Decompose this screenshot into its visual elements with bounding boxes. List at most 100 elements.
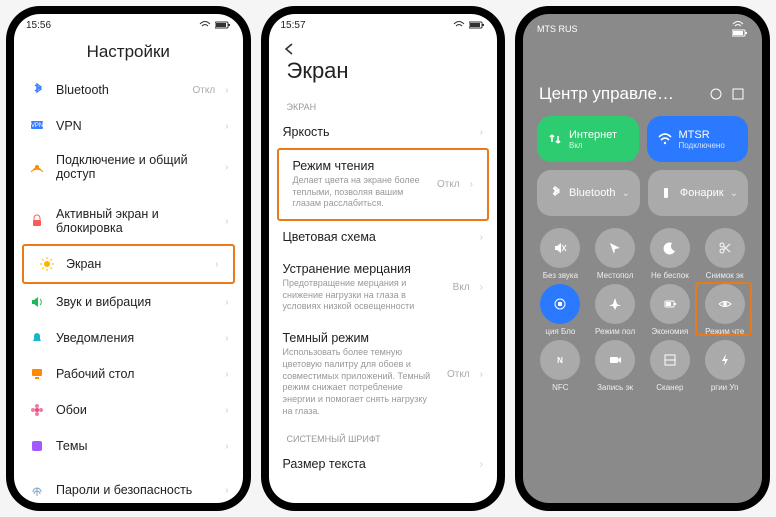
cc-toggle-battery[interactable]: Экономия — [643, 284, 698, 336]
cc-secondary-tiles: Bluetooth ⌄ Фонарик ⌄ — [523, 170, 762, 224]
cc-toggle-moon[interactable]: Не беспок — [643, 228, 698, 280]
section-label-screen: ЭКРАН — [269, 94, 498, 116]
location-icon — [595, 228, 635, 268]
sun-icon — [38, 255, 56, 273]
toggle-label: Без звука — [543, 271, 578, 280]
item-description: Предотвращение мерцания и снижение нагру… — [283, 278, 443, 313]
settings-item-vpn[interactable]: VPN VPN › — [14, 108, 243, 144]
item-label: Размер текста — [283, 457, 470, 471]
page-title: Настройки — [14, 36, 243, 72]
settings-item-lock[interactable]: Активный экран и блокировка › — [14, 198, 243, 244]
battery-icon — [650, 284, 690, 324]
display-item[interactable]: Цветовая схема › — [269, 221, 498, 253]
chevron-right-icon: › — [225, 162, 228, 173]
toggle-label: ция Бло — [545, 327, 575, 336]
item-label: Пароли и безопасность — [56, 483, 215, 497]
chevron-right-icon: › — [470, 179, 473, 190]
back-icon[interactable] — [283, 42, 299, 56]
cc-header: Центр управле… — [523, 74, 762, 116]
settings-list: Bluetooth Откл › VPN VPN › Подключение и… — [14, 72, 243, 503]
cc-toggle-mute[interactable]: Без звука — [533, 228, 588, 280]
screen-display: 15:57 Экран ЭКРАН Яркость › Режим чтения… — [269, 14, 498, 503]
mute-icon — [540, 228, 580, 268]
item-label: Обои — [56, 403, 215, 417]
scan-icon — [650, 340, 690, 380]
display-item-font-size[interactable]: Размер текста › — [269, 448, 498, 480]
chevron-right-icon: › — [480, 369, 483, 380]
display-item[interactable]: Устранение мерцания Предотвращение мерца… — [269, 253, 498, 322]
statusbar: MTS RUS — [523, 14, 762, 34]
display-item[interactable]: Яркость › — [269, 116, 498, 148]
toggle-label: Местопол — [597, 271, 634, 280]
settings-item-fingerprint[interactable]: Пароли и безопасность › — [14, 472, 243, 503]
chevron-right-icon: › — [225, 405, 228, 416]
item-label: Bluetooth — [56, 83, 182, 97]
phone-control-center: MTS RUS Центр управле… Интернет Вкл MTSR… — [515, 6, 770, 511]
item-label: Подключение и общий доступ — [56, 153, 215, 181]
plane-icon — [595, 284, 635, 324]
highlight-reading-mode — [695, 282, 752, 336]
cc-toggle-plane[interactable]: Режим пол — [588, 284, 643, 336]
settings-outline-icon[interactable] — [708, 86, 724, 102]
item-label: Рабочий стол — [56, 367, 215, 381]
fingerprint-icon — [28, 481, 46, 499]
settings-item-flower[interactable]: Обои › — [14, 392, 243, 428]
cc-toggle-lock-rot[interactable]: ция Бло — [533, 284, 588, 336]
back-row — [269, 36, 498, 56]
item-value: Откл — [437, 179, 460, 190]
moon-icon — [650, 228, 690, 268]
settings-item-desktop[interactable]: Рабочий стол › — [14, 356, 243, 392]
wifi-icon — [657, 131, 673, 147]
chevron-right-icon: › — [480, 282, 483, 293]
cc-wide-flashlight[interactable]: Фонарик ⌄ — [648, 170, 748, 216]
tile-label: Фонарик — [680, 187, 724, 199]
battery-icon — [215, 21, 231, 29]
settings-item-hotspot[interactable]: Подключение и общий доступ › — [14, 144, 243, 190]
edit-icon[interactable] — [730, 86, 746, 102]
desktop-icon — [28, 365, 46, 383]
settings-item-bell[interactable]: Уведомления › — [14, 320, 243, 356]
chevron-right-icon: › — [225, 441, 228, 452]
lock-icon — [28, 212, 46, 230]
cc-wide-bluetooth[interactable]: Bluetooth ⌄ — [537, 170, 640, 216]
cc-toggle-scissors[interactable]: Снимок эк — [697, 228, 752, 280]
vpn-icon: VPN — [28, 117, 46, 135]
screen-control-center: MTS RUS Центр управле… Интернет Вкл MTSR… — [523, 14, 762, 503]
clock: 15:56 — [26, 20, 51, 31]
chevron-right-icon: › — [225, 121, 228, 132]
settings-item-sound[interactable]: Звук и вибрация › — [14, 284, 243, 320]
tile-label: Интернет — [569, 129, 617, 141]
cc-toggle-nfc[interactable]: N NFC — [533, 340, 588, 392]
wifi-icon — [732, 21, 744, 29]
phone-settings: 15:56 Настройки Bluetooth Откл › VPN VPN… — [6, 6, 251, 511]
chevron-right-icon: › — [480, 459, 483, 470]
settings-item-sun[interactable]: Экран › — [22, 244, 235, 284]
item-label: Уведомления — [56, 331, 215, 345]
item-label: Яркость — [283, 125, 470, 139]
phone-display-settings: 15:57 Экран ЭКРАН Яркость › Режим чтения… — [261, 6, 506, 511]
tile-label: MTSR — [679, 129, 725, 141]
cc-toggle-scan[interactable]: Сканер — [643, 340, 698, 392]
settings-item-themes[interactable]: Темы › — [14, 428, 243, 464]
cc-toggle-record[interactable]: Запись эк — [588, 340, 643, 392]
display-item[interactable]: Режим чтения Делает цвета на экране боле… — [277, 148, 490, 221]
item-label: Темы — [56, 439, 215, 453]
chevron-right-icon: › — [225, 85, 228, 96]
item-label: Экран — [66, 257, 205, 271]
cc-tile-swap[interactable]: Интернет Вкл — [537, 116, 639, 162]
bluetooth-icon — [28, 81, 46, 99]
hotspot-icon — [28, 158, 46, 176]
cc-toggle-location[interactable]: Местопол — [588, 228, 643, 280]
item-description: Делает цвета на экране более теплыми, по… — [293, 175, 427, 210]
bell-icon — [28, 329, 46, 347]
chevron-right-icon: › — [225, 216, 228, 227]
item-value: Вкл — [453, 282, 470, 293]
cc-tile-wifi[interactable]: MTSR Подключено — [647, 116, 749, 162]
settings-item-bluetooth[interactable]: Bluetooth Откл › — [14, 72, 243, 108]
cc-primary-tiles: Интернет Вкл MTSR Подключено — [523, 116, 762, 170]
cc-toggle-bolt[interactable]: ргии Уп — [697, 340, 752, 392]
item-label: VPN — [56, 119, 215, 133]
bluetooth-icon — [547, 185, 563, 201]
wifi-icon — [199, 21, 211, 29]
display-item[interactable]: Темный режим Использовать более темную ц… — [269, 322, 498, 426]
